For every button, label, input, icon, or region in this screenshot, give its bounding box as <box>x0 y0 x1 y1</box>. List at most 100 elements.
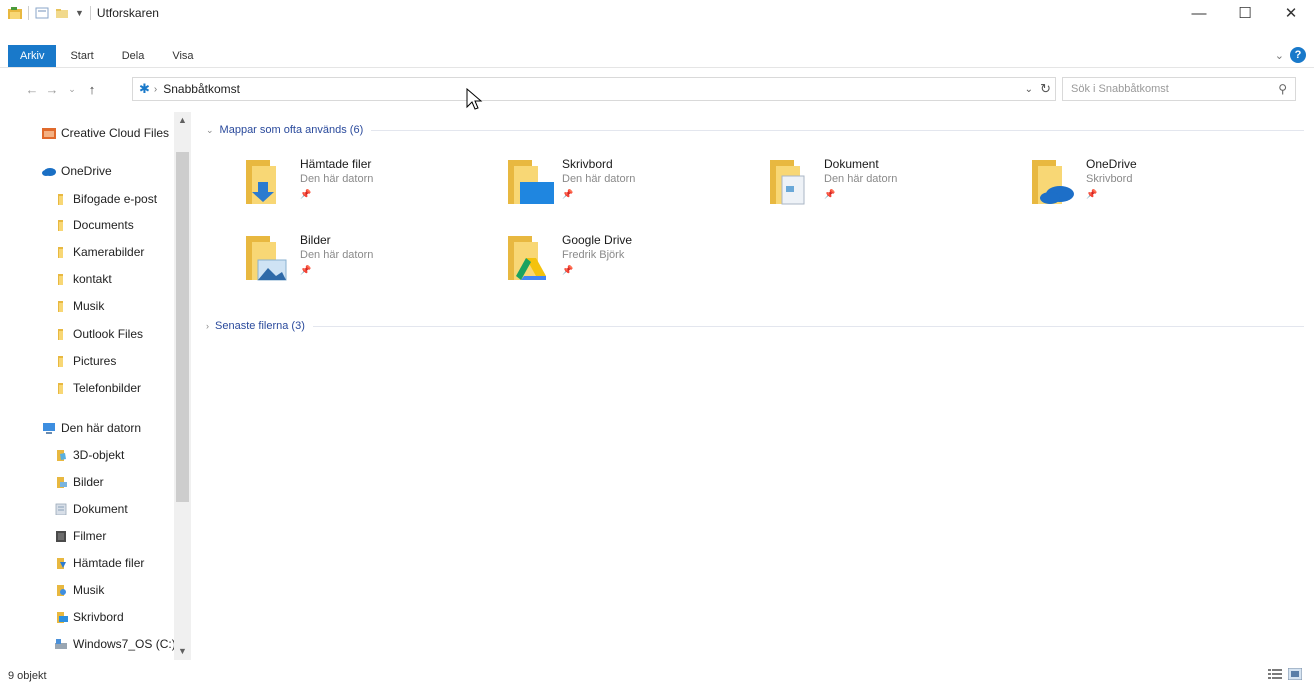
videos-icon <box>54 530 68 542</box>
group-title[interactable]: Mappar som ofta används (6) <box>220 124 364 136</box>
close-button[interactable]: ✕ <box>1268 0 1314 26</box>
folder-name: Hämtade filer <box>300 157 372 171</box>
3d-objects-icon <box>54 449 68 461</box>
quick-access-star-icon: ✱ <box>139 81 150 96</box>
new-folder-icon[interactable] <box>55 6 69 20</box>
onedrive-folder-icon <box>1030 156 1080 208</box>
group-recent-files[interactable]: › Senaste filerna (3) <box>206 316 1304 336</box>
explorer-app-icon <box>8 6 22 20</box>
tab-dela[interactable]: Dela <box>108 45 159 67</box>
search-input[interactable] <box>1071 83 1261 95</box>
desktop-icon <box>54 611 68 623</box>
pin-icon: 📌 <box>300 265 312 275</box>
folder-name: Skrivbord <box>562 157 613 171</box>
folder-name: Bilder <box>300 233 331 247</box>
breadcrumb-separator-icon[interactable]: › <box>154 84 157 95</box>
breadcrumb-quick-access[interactable]: Snabbåtkomst <box>163 82 240 96</box>
group-divider <box>371 129 1304 131</box>
status-bar: 9 objekt <box>0 664 1314 687</box>
pin-icon: 📌 <box>824 189 836 199</box>
refresh-icon[interactable]: ↻ <box>1040 81 1051 97</box>
group-frequent-folders[interactable]: ⌄ Mappar som ofta används (6) <box>206 120 1304 140</box>
folder-icon <box>54 300 68 312</box>
scroll-up-icon[interactable]: ▲ <box>174 112 191 129</box>
folder-icon <box>54 355 68 367</box>
folder-icon <box>54 328 68 340</box>
folder-location: Fredrik Björk <box>562 249 625 261</box>
folder-tile-hamtade-filer[interactable]: Hämtade filer Den här datorn 📌 <box>244 156 494 220</box>
downloads-folder-icon <box>244 156 294 208</box>
group-title[interactable]: Senaste filerna (3) <box>215 320 305 332</box>
forward-arrow-icon[interactable]: → <box>42 82 62 97</box>
recent-locations-chevron-icon[interactable]: ⌄ <box>62 84 82 95</box>
address-bar[interactable]: ✱ › Snabbåtkomst ⌄ ↻ <box>132 77 1056 101</box>
pictures-folder-icon <box>244 232 294 284</box>
folder-location: Den här datorn <box>562 173 636 185</box>
back-arrow-icon[interactable]: ← <box>22 82 42 97</box>
pin-icon: 📌 <box>1086 189 1098 199</box>
folder-tile-onedrive[interactable]: OneDrive Skrivbord 📌 <box>1030 156 1280 220</box>
large-icons-view-icon[interactable] <box>1287 667 1303 681</box>
google-drive-folder-icon <box>506 232 556 284</box>
pin-icon: 📌 <box>300 189 312 199</box>
tab-visa[interactable]: Visa <box>158 45 207 67</box>
pin-icon: 📌 <box>562 265 574 275</box>
group-divider <box>312 325 1304 327</box>
folder-tile-dokument[interactable]: Dokument Den här datorn 📌 <box>768 156 1018 220</box>
tab-arkiv[interactable]: Arkiv <box>8 44 57 67</box>
nav-scrollbar[interactable]: ▲ ▼ <box>174 112 191 660</box>
folder-name: Google Drive <box>562 233 633 247</box>
folder-icon <box>54 382 68 394</box>
up-arrow-icon[interactable]: ↑ <box>82 82 102 97</box>
computer-icon <box>42 422 56 434</box>
search-box[interactable]: ⚲ <box>1062 77 1296 101</box>
details-view-icon[interactable] <box>1268 668 1282 680</box>
folder-tile-skrivbord[interactable]: Skrivbord Den här datorn 📌 <box>506 156 756 220</box>
folder-icon <box>54 219 68 231</box>
folder-location: Skrivbord <box>1086 173 1133 185</box>
folder-icon <box>54 246 68 258</box>
drive-icon <box>54 638 68 650</box>
downloads-icon <box>54 557 68 569</box>
documents-icon <box>54 503 68 516</box>
folder-icon <box>54 193 68 205</box>
scroll-thumb[interactable] <box>176 152 189 502</box>
folder-icon <box>54 273 68 285</box>
ribbon-tabs: Arkiv Start Dela Visa ⌄ ? <box>0 44 1314 68</box>
search-icon[interactable]: ⚲ <box>1278 82 1287 96</box>
minimize-button[interactable]: — <box>1176 0 1222 26</box>
cloud-icon <box>42 165 56 177</box>
music-icon <box>54 584 68 596</box>
desktop-folder-icon <box>506 156 556 208</box>
collapse-chevron-icon[interactable]: ⌄ <box>206 125 214 136</box>
folder-name: Dokument <box>824 157 879 171</box>
pin-icon: 📌 <box>562 189 574 199</box>
documents-folder-icon <box>768 156 818 208</box>
expand-chevron-icon[interactable]: › <box>206 321 209 331</box>
window-controls: — ☐ ✕ <box>1176 0 1314 26</box>
maximize-button[interactable]: ☐ <box>1222 0 1268 26</box>
toolbar-separator <box>89 6 91 20</box>
navigation-pane: Creative Cloud Files OneDrive Bifogade e… <box>0 112 194 660</box>
folder-tile-bilder[interactable]: Bilder Den här datorn 📌 <box>244 232 494 296</box>
folder-name: OneDrive <box>1086 157 1137 171</box>
content-area: ⌄ Mappar som ofta används (6) Hämtade fi… <box>196 112 1306 660</box>
mouse-cursor-icon <box>466 87 486 112</box>
quick-access-toolbar: ▼ Utforskaren <box>0 0 159 26</box>
properties-icon[interactable] <box>35 6 49 20</box>
customize-toolbar-dropdown[interactable]: ▼ <box>75 8 84 18</box>
tab-start[interactable]: Start <box>56 45 107 67</box>
expand-ribbon-chevron-icon[interactable]: ⌄ <box>1275 49 1284 62</box>
creative-cloud-icon <box>42 127 56 139</box>
folder-tile-google-drive[interactable]: Google Drive Fredrik Björk 📌 <box>506 232 756 296</box>
address-dropdown-icon[interactable]: ⌄ <box>1025 84 1033 95</box>
window-title: Utforskaren <box>96 6 159 20</box>
navigation-row: ← → ⌄ ↑ ✱ › Snabbåtkomst ⌄ ↻ ⚲ <box>0 74 1314 104</box>
ribbon-right-controls: ⌄ ? <box>1275 47 1306 63</box>
help-icon[interactable]: ? <box>1290 47 1306 63</box>
title-bar: ▼ Utforskaren — ☐ ✕ <box>0 0 1314 26</box>
folder-location: Den här datorn <box>824 173 898 185</box>
folder-location: Den här datorn <box>300 173 374 185</box>
scroll-down-icon[interactable]: ▼ <box>174 643 191 660</box>
folder-location: Den här datorn <box>300 249 374 261</box>
